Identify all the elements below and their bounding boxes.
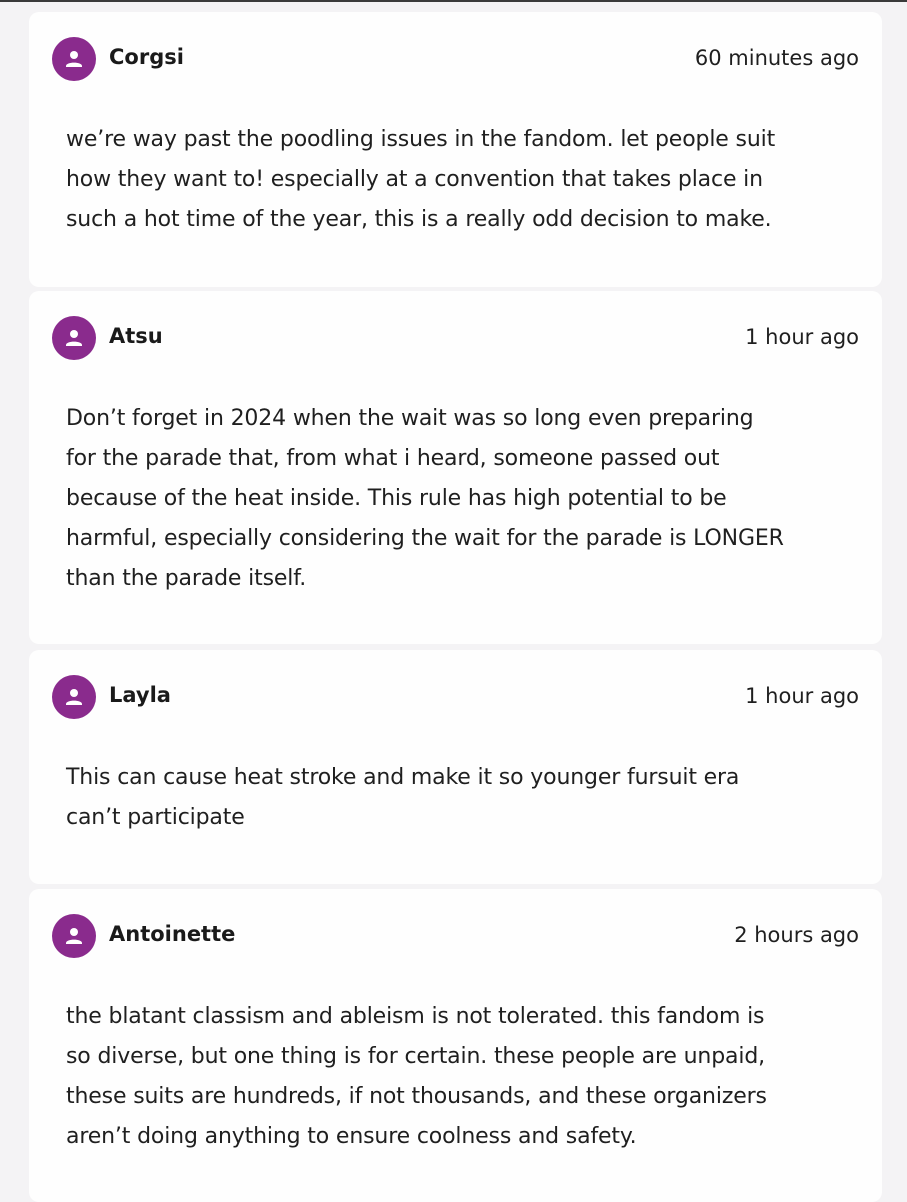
avatar[interactable]	[52, 675, 96, 719]
comment-card: Antoinette 2 hours ago the blatant class…	[29, 889, 882, 1202]
avatar[interactable]	[52, 37, 96, 81]
comment-body-line: such a hot time of the year, this is a r…	[66, 207, 772, 232]
comment-body-line: these suits are hundreds, if not thousan…	[66, 1084, 767, 1109]
comment-body-line: than the parade itself.	[66, 566, 307, 591]
comment-body: This can cause heat stroke and make it s…	[66, 758, 866, 838]
comment-author[interactable]: Antoinette	[109, 922, 235, 946]
avatar[interactable]	[52, 316, 96, 360]
comment-timestamp: 1 hour ago	[745, 325, 859, 349]
comment-body: the blatant classism and ableism is not …	[66, 997, 866, 1157]
comment-card: Corgsi 60 minutes ago we’re way past the…	[29, 12, 882, 287]
comment-author[interactable]: Layla	[109, 683, 171, 707]
comment-timestamp: 2 hours ago	[734, 923, 859, 947]
comment-body-line: This can cause heat stroke and make it s…	[66, 765, 740, 790]
user-icon	[66, 51, 82, 67]
comment-timestamp: 1 hour ago	[745, 684, 859, 708]
comment-body-line: the blatant classism and ableism is not …	[66, 1004, 765, 1029]
comment-body-line: we’re way past the poodling issues in th…	[66, 127, 776, 152]
comment-author[interactable]: Corgsi	[109, 45, 184, 69]
comment-body-line: aren’t doing anything to ensure coolness…	[66, 1124, 637, 1149]
comment-card: Layla 1 hour ago This can cause heat str…	[29, 650, 882, 884]
comment-author[interactable]: Atsu	[109, 324, 163, 348]
comment-card: Atsu 1 hour ago Don’t forget in 2024 whe…	[29, 291, 882, 644]
user-icon	[66, 689, 82, 705]
comment-body-line: for the parade that, from what i heard, …	[66, 446, 720, 471]
avatar[interactable]	[52, 914, 96, 958]
user-icon	[66, 928, 82, 944]
comment-body: Don’t forget in 2024 when the wait was s…	[66, 399, 866, 599]
comment-body-line: because of the heat inside. This rule ha…	[66, 486, 727, 511]
comment-body-line: how they want to! especially at a conven…	[66, 167, 763, 192]
comment-body-line: harmful, especially considering the wait…	[66, 526, 784, 551]
comment-body: we’re way past the poodling issues in th…	[66, 120, 866, 240]
comment-timestamp: 60 minutes ago	[694, 46, 859, 70]
comment-body-line: can’t participate	[66, 805, 245, 830]
user-icon	[66, 330, 82, 346]
comment-body-line: Don’t forget in 2024 when the wait was s…	[66, 406, 754, 431]
comment-body-line: so diverse, but one thing is for certain…	[66, 1044, 765, 1069]
top-divider	[0, 0, 907, 2]
